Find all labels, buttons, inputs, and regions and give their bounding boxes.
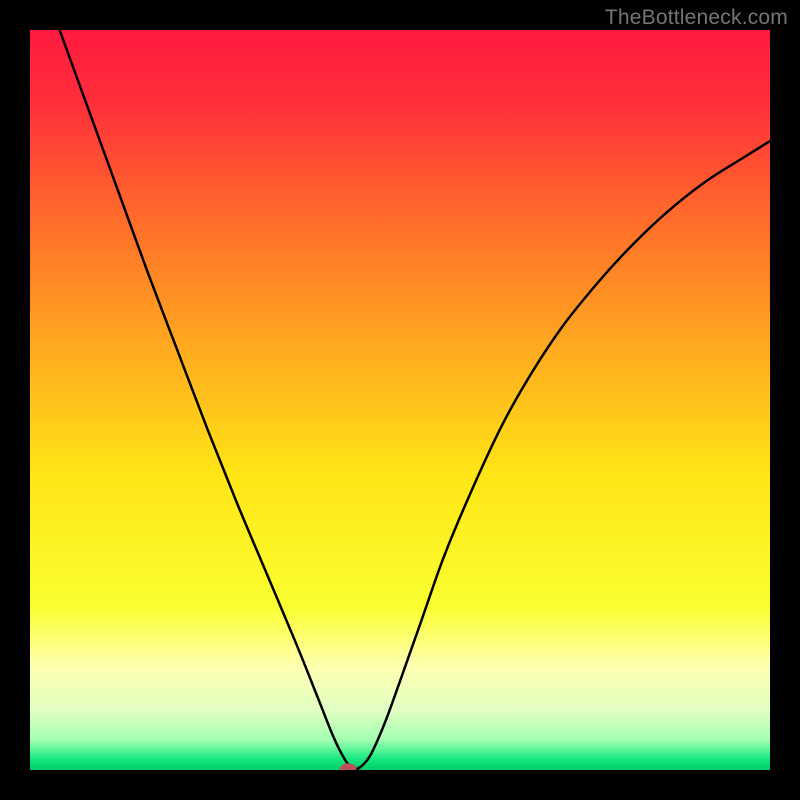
chart-svg: [30, 30, 770, 770]
chart-background: [30, 30, 770, 770]
chart-frame: TheBottleneck.com: [0, 0, 800, 800]
watermark-text: TheBottleneck.com: [605, 6, 788, 30]
plot-area: [30, 30, 770, 770]
